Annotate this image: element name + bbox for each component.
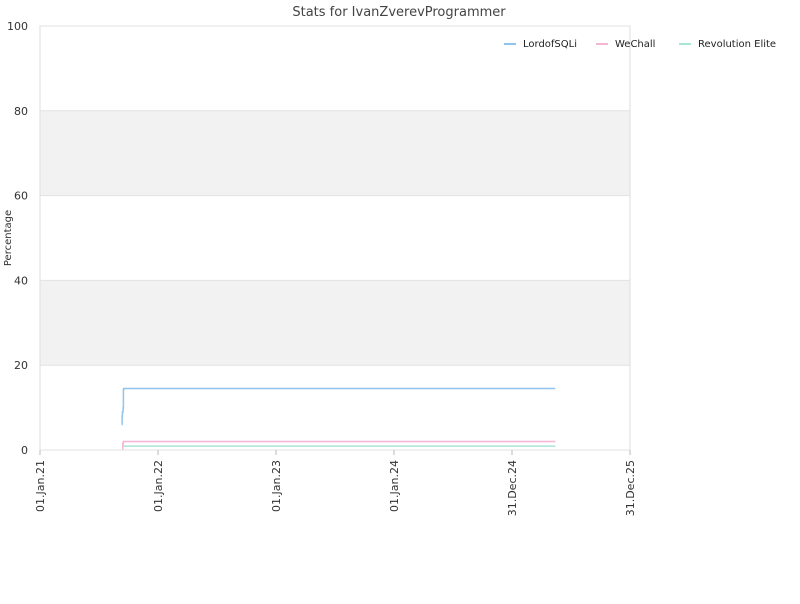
x-tick-label: 31.Dec.25 (624, 460, 637, 516)
series-line-wechall (122, 440, 556, 450)
plot-frame (39, 25, 631, 451)
plot-band (40, 280, 630, 366)
line-chart: 0 20 40 60 80 100 01.Jan.21 01.Jan.22 01.Jan.23… (3, 5, 776, 516)
y-tick-label: 100 (7, 20, 28, 33)
series-line-lordofsqli (121, 387, 556, 426)
y-tick-label: 60 (14, 190, 28, 203)
plot-band (40, 110, 630, 196)
legend-label: WeChall (615, 39, 655, 50)
x-axis-ticks: 01.Jan.21 01.Jan.22 01.Jan.23 01.Jan.24 31.D… (34, 450, 637, 516)
plot-background-bands (40, 110, 630, 366)
legend-label: Revolution Elite (698, 39, 776, 50)
y-tick-label: 0 (21, 444, 28, 457)
x-tick-label: 01.Jan.22 (152, 460, 165, 512)
x-tick-label: 31.Dec.24 (506, 460, 519, 516)
x-tick-label: 01.Jan.21 (34, 460, 47, 512)
y-tick-label: 20 (14, 359, 28, 372)
grid-lines (40, 25, 630, 451)
chart-title: Stats for IvanZverevProgrammer (292, 5, 506, 20)
x-tick-label: 01.Jan.24 (388, 460, 401, 512)
x-tick-label: 01.Jan.23 (270, 460, 283, 512)
y-tick-label: 40 (14, 274, 28, 287)
series-lines (121, 387, 556, 450)
legend: LordofSQLi WeChall Revolution Elite (504, 39, 776, 50)
y-axis-label: Percentage (3, 210, 14, 266)
legend-label: LordofSQLi (523, 39, 577, 50)
y-tick-label: 80 (14, 105, 28, 118)
chart-container: 0 20 40 60 80 100 01.Jan.21 01.Jan.22 01.Jan.23… (0, 0, 800, 600)
